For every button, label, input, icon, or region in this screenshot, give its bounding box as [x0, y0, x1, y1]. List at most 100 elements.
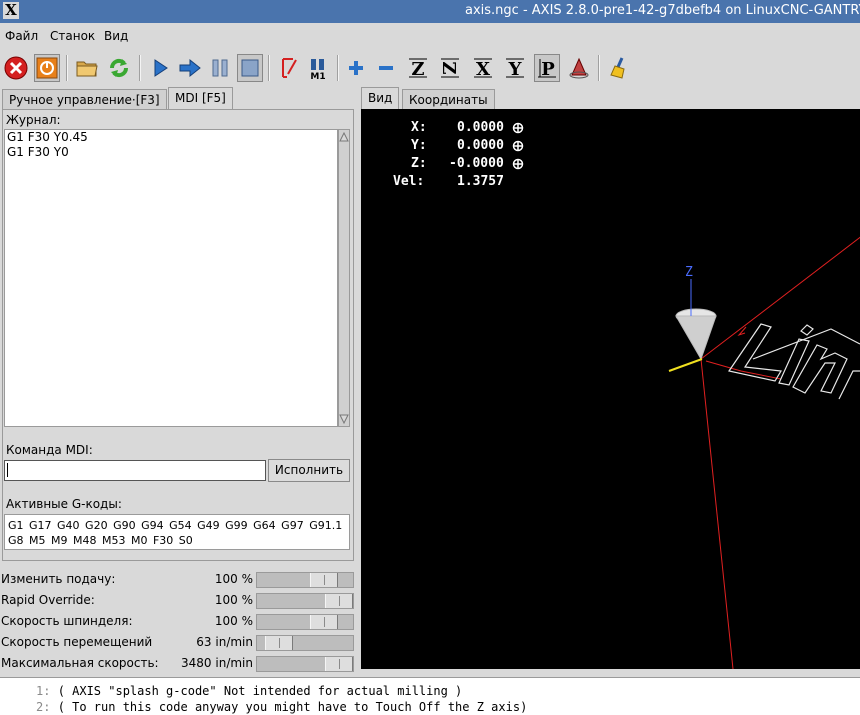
pause-icon	[212, 59, 228, 77]
rotate-cone-icon	[569, 57, 589, 79]
slider-label: Rapid Override:	[1, 593, 95, 607]
toolpath-preview[interactable]: X: 0.0000 Y: 0.0000 Z: -0.0000 Vel: 1.37…	[361, 109, 860, 669]
view-perspective-button[interactable]: P	[534, 54, 560, 82]
view-p-icon: P	[538, 59, 556, 80]
svg-text:Z: Z	[438, 61, 459, 74]
text-cursor	[7, 463, 8, 477]
clear-backplot-button[interactable]	[607, 54, 633, 82]
window-title: axis.ngc - AXIS 2.8.0-pre1-42-g7dbefb4 o…	[465, 3, 860, 18]
mdi-command-label: Команда MDI:	[6, 443, 93, 457]
rapid-path-line	[700, 358, 734, 669]
view-z-button[interactable]: Z	[405, 54, 431, 82]
tab-mdi[interactable]: MDI [F5]	[168, 87, 233, 109]
play-icon	[154, 59, 168, 77]
history-scrollbar[interactable]	[338, 129, 350, 427]
step-arrow-icon	[179, 58, 201, 78]
reload-icon	[109, 58, 129, 78]
path-arrow	[737, 326, 747, 337]
zoom-in-button[interactable]	[343, 54, 369, 82]
slider-label: Максимальная скорость:	[1, 656, 159, 670]
folder-icon	[76, 61, 98, 77]
slider-row: Скорость шпинделя: 100 %	[0, 612, 356, 632]
toolpath-canvas	[668, 236, 860, 669]
gcode-listing[interactable]: 1: ( AXIS "splash g-code" Not intended f…	[0, 677, 860, 715]
machine-power-button[interactable]	[34, 54, 60, 82]
view-z2-button[interactable]: Z	[437, 54, 463, 82]
slider-thumb[interactable]	[325, 594, 353, 608]
slider-row: Максимальная скорость: 3480 in/min	[0, 654, 356, 674]
estop-icon	[4, 56, 28, 80]
tab-preview[interactable]: Вид	[361, 87, 400, 109]
code-line-1[interactable]: 1: ( AXIS "splash g-code" Not intended f…	[36, 684, 462, 698]
plus-icon	[349, 61, 363, 75]
active-gcodes-text: G1 G17 G40 G20 G90 G94 G54 G49 G99 G64 G…	[4, 514, 350, 550]
pause-button[interactable]	[207, 54, 233, 82]
active-gcodes-line: G1 G17 G40 G20 G90 G94 G54 G49 G99 G64 G…	[8, 519, 343, 532]
toggle-rotate-button[interactable]	[566, 54, 592, 82]
stop-button[interactable]	[237, 54, 263, 82]
x-axis-line	[668, 358, 703, 372]
slider-value: 3480 in/min	[181, 656, 253, 670]
stop-icon	[241, 59, 259, 77]
history-item[interactable]: G1 F30 Y0.45	[5, 130, 337, 145]
code-line-2[interactable]: 2: ( To run this code anyway you might h…	[36, 700, 527, 714]
toolbar: M1 Z Z X Y P	[0, 50, 860, 87]
slider-label: Изменить подачу:	[1, 572, 116, 586]
tab-manual-control[interactable]: Ручное управление·[F3]	[2, 89, 167, 109]
z-axis-label: Z	[685, 265, 693, 280]
slider-track[interactable]	[256, 635, 354, 651]
slider-value: 100 %	[214, 572, 253, 586]
menu-machine[interactable]: Станок	[50, 29, 95, 43]
view-z-icon: Z	[409, 58, 427, 80]
view-x-icon: X	[474, 58, 492, 80]
mdi-command-input[interactable]	[4, 460, 266, 481]
slider-track[interactable]	[256, 614, 354, 630]
scroll-up-icon[interactable]	[339, 131, 349, 143]
slider-track[interactable]	[256, 656, 354, 672]
slider-value: 100 %	[214, 614, 253, 628]
reload-button[interactable]	[106, 54, 132, 82]
slider-thumb[interactable]	[310, 573, 338, 587]
m1-icon: M1	[310, 59, 326, 80]
view-y-icon: Y	[506, 58, 524, 80]
slider-row: Скорость перемещений 63 in/min	[0, 633, 356, 653]
slider-label: Скорость перемещений	[1, 635, 153, 649]
skip-lines-button[interactable]	[276, 54, 302, 82]
minus-icon	[379, 66, 393, 70]
slider-thumb[interactable]	[325, 657, 353, 671]
title-bar: X axis.ngc - AXIS 2.8.0-pre1-42-g7dbefb4…	[0, 0, 860, 23]
slider-value: 100 %	[214, 593, 253, 607]
block-delete-icon	[282, 58, 297, 78]
estop-button[interactable]	[3, 54, 29, 82]
optional-stop-button[interactable]: M1	[305, 54, 331, 82]
feed-path-text	[728, 323, 860, 400]
slider-value: 63 in/min	[196, 635, 253, 649]
slider-thumb[interactable]	[265, 636, 293, 650]
power-icon	[36, 57, 58, 79]
history-item[interactable]: G1 F30 Y0	[5, 145, 337, 160]
svg-text:M1: M1	[310, 72, 325, 80]
menu-bar: Файл Станок Вид	[0, 23, 860, 49]
zoom-out-button[interactable]	[373, 54, 399, 82]
mdi-history-list[interactable]: G1 F30 Y0.45 G1 F30 Y0	[4, 129, 338, 427]
menu-file[interactable]: Файл	[5, 29, 38, 43]
run-program-button[interactable]	[147, 54, 173, 82]
slider-label: Скорость шпинделя:	[1, 614, 133, 628]
view-y-button[interactable]: Y	[502, 54, 528, 82]
slider-thumb[interactable]	[310, 615, 338, 629]
slider-track[interactable]	[256, 572, 354, 588]
execute-button[interactable]: Исполнить	[268, 459, 350, 482]
view-x-button[interactable]: X	[470, 54, 496, 82]
journal-label: Журнал:	[6, 113, 61, 127]
window-menu-icon[interactable]: X	[3, 2, 19, 19]
open-file-button[interactable]	[74, 54, 100, 82]
step-button[interactable]	[177, 54, 203, 82]
active-gcodes-line: G8 M5 M9 M48 M53 M0 F30 S0	[8, 534, 193, 547]
tab-dro[interactable]: Координаты	[402, 89, 495, 109]
scroll-down-icon[interactable]	[339, 413, 349, 425]
slider-row: Rapid Override: 100 %	[0, 591, 356, 611]
slider-track[interactable]	[256, 593, 354, 609]
menu-view[interactable]: Вид	[104, 29, 128, 43]
rapid-path-line	[700, 236, 860, 360]
active-gcodes-label: Активные G-коды:	[6, 497, 122, 511]
